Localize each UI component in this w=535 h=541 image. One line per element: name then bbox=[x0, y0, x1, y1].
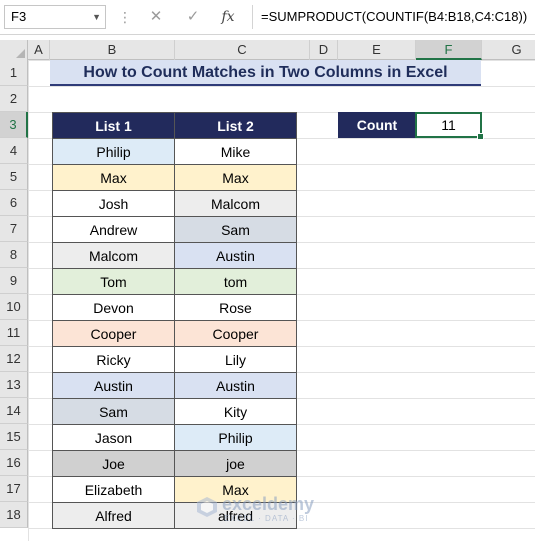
list1-cell[interactable]: Tom bbox=[52, 268, 175, 295]
column-header-e[interactable]: E bbox=[338, 40, 416, 60]
table-row: Philip Mike bbox=[52, 138, 297, 165]
row-header[interactable]: 17 bbox=[0, 476, 28, 502]
list2-cell[interactable]: Philip bbox=[174, 424, 297, 451]
list1-cell[interactable]: Jason bbox=[52, 424, 175, 451]
list1-cell[interactable]: Alfred bbox=[52, 502, 175, 529]
list2-cell[interactable]: Malcom bbox=[174, 190, 297, 217]
count-value-cell[interactable]: 11 bbox=[415, 112, 484, 140]
column-headers: A B C D E F G bbox=[0, 40, 535, 60]
row-header[interactable]: 15 bbox=[0, 424, 28, 450]
enter-check-icon[interactable]: ✓ bbox=[183, 6, 203, 28]
row-header[interactable]: 10 bbox=[0, 294, 28, 320]
count-label[interactable]: Count bbox=[338, 112, 416, 138]
insert-function-icon[interactable]: fx bbox=[218, 6, 238, 28]
table-row: Tom tom bbox=[52, 268, 297, 295]
list1-cell[interactable]: Sam bbox=[52, 398, 175, 425]
formula-bar-separator-icon: ⋮ bbox=[118, 9, 132, 25]
row-header[interactable]: 1 bbox=[0, 60, 28, 86]
column-header-b[interactable]: B bbox=[50, 40, 175, 60]
row-header[interactable]: 11 bbox=[0, 320, 28, 346]
row-header[interactable]: 12 bbox=[0, 346, 28, 372]
name-box[interactable]: F3 ▼ bbox=[4, 5, 106, 29]
list2-cell[interactable]: Lily bbox=[174, 346, 297, 373]
exceldemy-logo-icon bbox=[197, 497, 217, 517]
list1-cell[interactable]: Devon bbox=[52, 294, 175, 321]
list1-cell[interactable]: Max bbox=[52, 164, 175, 191]
table-row: Cooper Cooper bbox=[52, 320, 297, 347]
row-header[interactable]: 2 bbox=[0, 86, 28, 112]
row-header[interactable]: 3 bbox=[0, 112, 28, 138]
select-all-button[interactable] bbox=[0, 40, 28, 60]
list2-cell[interactable]: Cooper bbox=[174, 320, 297, 347]
list2-cell[interactable]: tom bbox=[174, 268, 297, 295]
column-header-g[interactable]: G bbox=[482, 40, 535, 60]
list1-cell[interactable]: Ricky bbox=[52, 346, 175, 373]
formula-input[interactable]: =SUMPRODUCT(COUNTIF(B4:B18,C4:C18)) bbox=[252, 5, 535, 29]
cancel-icon[interactable]: ✕ bbox=[146, 6, 166, 28]
formula-bar: F3 ▼ ⋮ ✕ ✓ fx =SUMPRODUCT(COUNTIF(B4:B18… bbox=[0, 0, 535, 35]
list2-cell[interactable]: Austin bbox=[174, 372, 297, 399]
row-header[interactable]: 7 bbox=[0, 216, 28, 242]
header-list2[interactable]: List 2 bbox=[174, 112, 297, 139]
list1-cell[interactable]: Josh bbox=[52, 190, 175, 217]
row-header[interactable]: 13 bbox=[0, 372, 28, 398]
row-header[interactable]: 14 bbox=[0, 398, 28, 424]
list2-cell[interactable]: Mike bbox=[174, 138, 297, 165]
list2-cell[interactable]: Rose bbox=[174, 294, 297, 321]
list1-cell[interactable]: Andrew bbox=[52, 216, 175, 243]
list2-cell[interactable]: Kity bbox=[174, 398, 297, 425]
row-header[interactable]: 5 bbox=[0, 164, 28, 190]
list1-cell[interactable]: Malcom bbox=[52, 242, 175, 269]
list1-cell[interactable]: Cooper bbox=[52, 320, 175, 347]
list1-cell[interactable]: Austin bbox=[52, 372, 175, 399]
row-header[interactable]: 16 bbox=[0, 450, 28, 476]
table-row: Jason Philip bbox=[52, 424, 297, 451]
row-header[interactable]: 9 bbox=[0, 268, 28, 294]
row-header[interactable]: 18 bbox=[0, 502, 28, 528]
watermark-tagline: EXCEL · DATA · BI bbox=[224, 514, 309, 523]
list2-cell[interactable]: Max bbox=[174, 164, 297, 191]
row-header[interactable]: 6 bbox=[0, 190, 28, 216]
lists-table-body: Philip Mike Max Max Josh Malcom Andrew Sam Malco… bbox=[52, 138, 297, 529]
table-row: Joe joe bbox=[52, 450, 297, 477]
table-row: Max Max bbox=[52, 164, 297, 191]
name-box-dropdown-icon[interactable]: ▼ bbox=[92, 6, 101, 28]
table-row: Sam Kity bbox=[52, 398, 297, 425]
column-header-f[interactable]: F bbox=[416, 40, 482, 60]
table-row: Andrew Sam bbox=[52, 216, 297, 243]
row-header[interactable]: 4 bbox=[0, 138, 28, 164]
table-row: Devon Rose bbox=[52, 294, 297, 321]
list1-cell[interactable]: Joe bbox=[52, 450, 175, 477]
column-header-c[interactable]: C bbox=[175, 40, 310, 60]
table-row: Malcom Austin bbox=[52, 242, 297, 269]
name-box-value: F3 bbox=[11, 9, 27, 24]
column-header-d[interactable]: D bbox=[310, 40, 338, 60]
header-list1[interactable]: List 1 bbox=[52, 112, 175, 139]
sheet-title[interactable]: How to Count Matches in Two Columns in E… bbox=[50, 60, 481, 86]
row-header[interactable]: 8 bbox=[0, 242, 28, 268]
list2-cell[interactable]: Sam bbox=[174, 216, 297, 243]
list1-cell[interactable]: Elizabeth bbox=[52, 476, 175, 503]
table-row: Austin Austin bbox=[52, 372, 297, 399]
watermark-name: exceldemy bbox=[222, 494, 315, 514]
table-row: Josh Malcom bbox=[52, 190, 297, 217]
column-header-a[interactable]: A bbox=[28, 40, 50, 60]
table-row: Ricky Lily bbox=[52, 346, 297, 373]
list2-cell[interactable]: Austin bbox=[174, 242, 297, 269]
list1-cell[interactable]: Philip bbox=[52, 138, 175, 165]
lists-table: List 1 List 2 Philip Mike Max Max Josh Malcom… bbox=[52, 112, 297, 529]
list2-cell[interactable]: joe bbox=[174, 450, 297, 477]
